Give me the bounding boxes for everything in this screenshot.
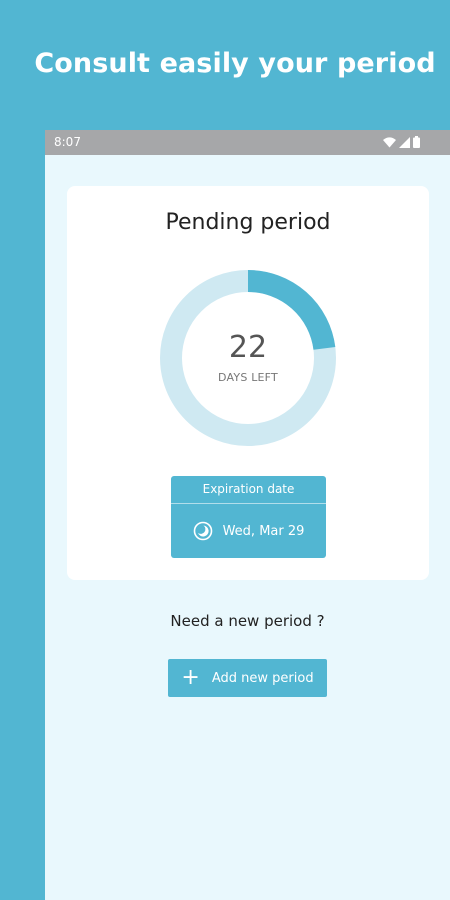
expiration-header: Expiration date [171,476,326,504]
card-title: Pending period [165,210,331,235]
new-period-question: Need a new period ? [170,612,325,630]
plus-icon: + [181,665,200,690]
moon-icon [193,521,212,541]
add-new-period-button[interactable]: + Add new period [168,659,327,697]
expiration-body: Wed, Mar 29 [171,504,326,558]
status-icons [383,136,420,148]
phone-screen: 8:07 Pending period 22 DAYS LEFT Expirat… [45,130,450,900]
status-time: 8:07 [54,135,81,149]
days-left-ring: 22 DAYS LEFT [160,270,336,446]
battery-icon [413,136,420,148]
pending-period-card: Pending period 22 DAYS LEFT Expiration d… [67,186,429,580]
days-left-value: 22 [228,330,268,365]
status-bar: 8:07 [45,130,450,155]
expiration-date: Wed, Mar 29 [222,523,305,539]
expiration-date-box[interactable]: Expiration date Wed, Mar 29 [171,476,326,558]
promo-title: Consult easily your period [34,48,436,79]
signal-icon [399,136,410,148]
days-left-label: DAYS LEFT [218,371,278,384]
wifi-icon [383,136,396,147]
add-new-period-label: Add new period [211,670,314,686]
